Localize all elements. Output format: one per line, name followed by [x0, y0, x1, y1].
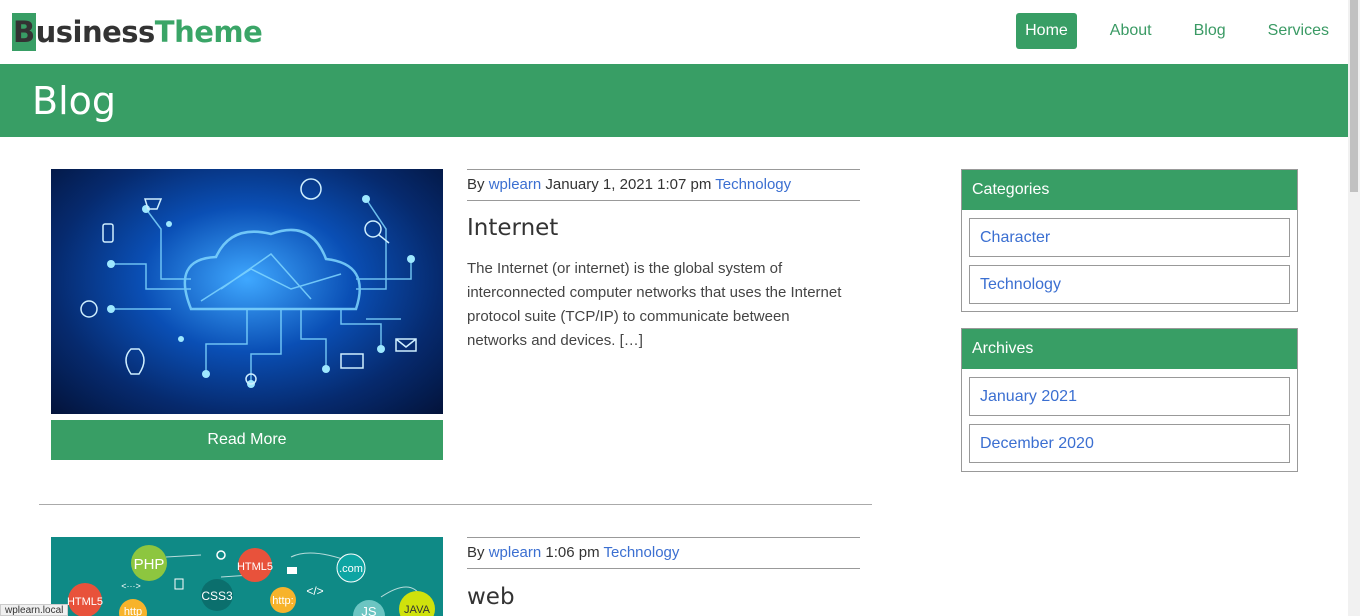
css3-badge-text: CSS3 — [201, 589, 233, 603]
archives-widget: Archives January 2021 December 2020 — [961, 328, 1298, 472]
php-badge-text: PHP — [134, 556, 165, 573]
post-thumbnail-web[interactable]: PHP HTML5 .com HTML5 CSS3 http: JS JAVA … — [51, 537, 443, 616]
scrollbar-thumb[interactable] — [1350, 0, 1358, 192]
categories-title: Categories — [962, 170, 1297, 210]
category-item[interactable]: Technology — [969, 265, 1290, 304]
post-meta-2: By wplearn 1:06 pm Technology — [467, 537, 860, 569]
http-badge-2-text: http — [124, 606, 142, 616]
nav-blog[interactable]: Blog — [1185, 13, 1235, 49]
category-item[interactable]: Character — [969, 218, 1290, 257]
post-excerpt: The Internet (or internet) is the global… — [467, 260, 842, 349]
folder-icon — [287, 567, 297, 574]
category-link-2[interactable]: Technology — [604, 544, 680, 561]
read-more-button[interactable]: Read More — [51, 420, 443, 460]
nav-services[interactable]: Services — [1259, 13, 1338, 49]
page-banner: Blog — [0, 64, 1348, 137]
html5-badge-2-text: HTML5 — [67, 596, 103, 608]
main-nav: Home About Blog Services — [1016, 13, 1348, 49]
code-tag-text: </> — [306, 584, 323, 598]
site-header: BusinessTheme Home About Blog Services — [0, 0, 1348, 64]
post-meta: By wplearn January 1, 2021 1:07 pm Techn… — [467, 169, 860, 201]
document-icon — [174, 578, 184, 590]
angle-brackets-text: <···> — [121, 581, 141, 591]
logo-theme: Theme — [154, 15, 263, 49]
archive-item[interactable]: December 2020 — [969, 424, 1290, 463]
post-date-2: 1:06 pm — [545, 544, 600, 561]
meta-by-2: By — [467, 544, 485, 561]
post-title-2[interactable]: web — [467, 584, 515, 610]
site-logo[interactable]: BusinessTheme — [12, 13, 263, 51]
search-icon — [216, 550, 226, 560]
logo-initial: B — [12, 13, 36, 51]
nav-about[interactable]: About — [1101, 13, 1161, 49]
java-badge-text: JAVA — [404, 604, 431, 616]
html5-badge-text: HTML5 — [237, 561, 273, 573]
js-badge-text: JS — [361, 604, 377, 616]
vertical-scrollbar[interactable] — [1348, 0, 1360, 616]
web-technologies-illustration: PHP HTML5 .com HTML5 CSS3 http: JS JAVA … — [67, 545, 435, 616]
author-link[interactable]: wplearn — [489, 176, 542, 193]
categories-widget: Categories Character Technology — [961, 169, 1298, 312]
post-date: January 1, 2021 1:07 pm — [545, 176, 712, 193]
browser-status-url: wplearn.local — [0, 604, 69, 616]
dotcom-badge-text: .com — [339, 563, 363, 575]
logo-business: usiness — [35, 15, 156, 49]
http-badge-text: http: — [272, 595, 293, 607]
nav-home[interactable]: Home — [1016, 13, 1077, 49]
category-link[interactable]: Technology — [715, 176, 791, 193]
post-divider — [39, 504, 872, 505]
post-thumbnail-internet[interactable] — [51, 169, 443, 414]
page-title: Blog — [32, 79, 116, 123]
post-title[interactable]: Internet — [467, 215, 558, 241]
archive-item[interactable]: January 2021 — [969, 377, 1290, 416]
meta-by: By — [467, 176, 485, 193]
cloud-network-illustration — [80, 178, 417, 388]
author-link-2[interactable]: wplearn — [489, 544, 542, 561]
archives-title: Archives — [962, 329, 1297, 369]
